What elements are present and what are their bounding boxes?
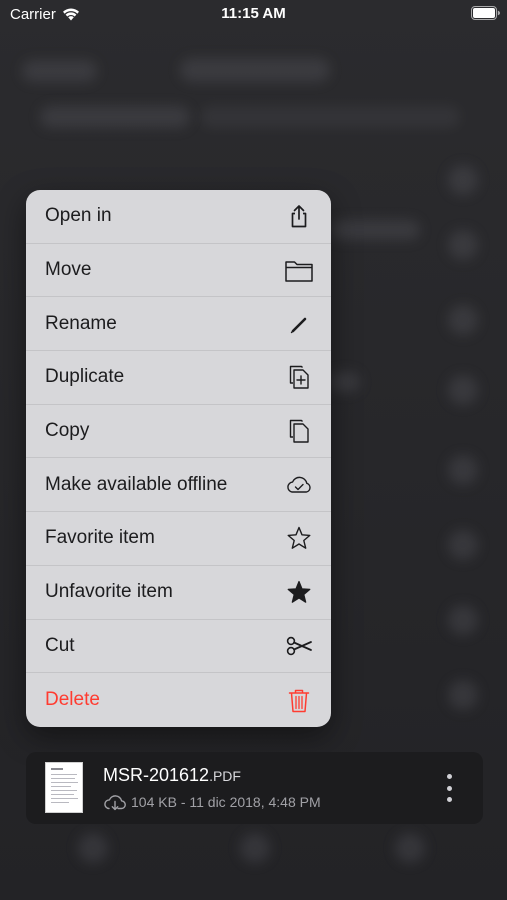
menu-item-duplicate[interactable]: Duplicate [26,351,331,405]
menu-item-move[interactable]: Move [26,244,331,298]
folder-icon [285,256,313,284]
more-vertical-icon[interactable] [437,774,461,802]
cloud-check-icon [285,471,313,499]
battery-icon [471,6,500,20]
status-time: 11:15 AM [221,5,286,22]
star-filled-icon [285,578,313,606]
menu-item-label: Delete [45,689,100,711]
menu-item-cut[interactable]: Cut [26,620,331,674]
menu-item-delete[interactable]: Delete [26,673,331,727]
file-extension: .PDF [209,768,241,784]
file-name-base: MSR-201612 [103,765,210,785]
file-meta-text: 104 KB - 11 dic 2018, 4:48 PM [131,794,321,810]
scissors-icon [285,632,313,660]
status-bar: Carrier 11:15 AM [0,0,507,28]
menu-item-label: Unfavorite item [45,581,173,603]
menu-item-favorite[interactable]: Favorite item [26,512,331,566]
menu-item-label: Open in [45,205,112,227]
context-menu: Open in Move Rename Duplicate Copy Make … [26,190,331,727]
menu-item-copy[interactable]: Copy [26,405,331,459]
pencil-icon [285,310,313,338]
file-meta: 104 KB - 11 dic 2018, 4:48 PM [103,792,321,812]
share-icon [285,202,313,230]
file-thumbnail [45,762,83,813]
menu-item-open-in[interactable]: Open in [26,190,331,244]
trash-icon [285,686,313,714]
menu-item-label: Make available offline [45,473,228,495]
copy-icon [285,417,313,445]
menu-item-label: Cut [45,634,75,656]
menu-item-make-available-offline[interactable]: Make available offline [26,458,331,513]
duplicate-icon [285,363,313,391]
menu-item-label: Duplicate [45,366,125,388]
menu-item-label: Copy [45,420,90,442]
menu-item-label: Move [45,259,92,281]
star-outline-icon [285,524,313,552]
file-name: MSR-201612.PDF [103,765,241,786]
cloud-download-icon [103,793,127,811]
menu-item-label: Favorite item [45,527,155,549]
menu-item-unfavorite[interactable]: Unfavorite item [26,566,331,620]
file-card[interactable]: MSR-201612.PDF 104 KB - 11 dic 2018, 4:4… [26,752,483,824]
menu-item-label: Rename [45,312,117,334]
menu-item-rename[interactable]: Rename [26,297,331,352]
